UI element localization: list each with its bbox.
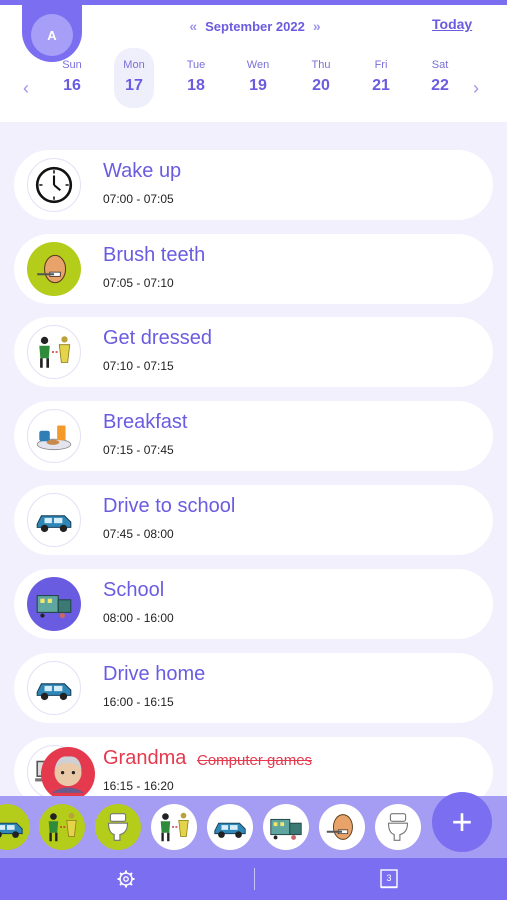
toilet-icon[interactable] [95, 804, 141, 850]
activity-card[interactable]: Breakfast 07:15 - 07:45 [14, 401, 493, 471]
activity-time: 07:05 - 07:10 [103, 276, 174, 290]
day-name: Sat [431, 59, 449, 71]
activity-card[interactable]: School 08:00 - 16:00 [14, 569, 493, 639]
day-number: 20 [312, 77, 330, 94]
day-tue[interactable]: Tue 18 [176, 48, 216, 108]
today-link[interactable]: Today [432, 16, 472, 32]
activity-time: 16:15 - 16:20 [103, 779, 174, 793]
school-icon [27, 577, 81, 631]
breakfast-icon [27, 409, 81, 463]
school-icon[interactable] [263, 804, 309, 850]
nav-divider [254, 868, 255, 890]
activity-time: 08:00 - 16:00 [103, 611, 174, 625]
car-icon[interactable] [207, 804, 253, 850]
next-week-icon[interactable]: › [473, 78, 479, 99]
brush-teeth-icon[interactable] [319, 804, 365, 850]
activity-time: 07:15 - 07:45 [103, 443, 174, 457]
activity-title: Wake up [103, 160, 182, 182]
activity-title: Grandma [103, 747, 187, 769]
day-fri[interactable]: Fri 21 [361, 48, 401, 108]
day-name: Mon [123, 59, 145, 71]
activity-time: 07:00 - 07:05 [103, 192, 174, 206]
activity-title: Get dressed [103, 327, 212, 349]
activity-title: Drive home [103, 663, 206, 685]
clock-icon [27, 158, 81, 212]
day-sat[interactable]: Sat 22 [420, 48, 460, 108]
activity-title: Brush teeth [103, 244, 206, 266]
month-navigator: « September 2022 » [180, 16, 330, 36]
day-name: Thu [311, 59, 331, 71]
day-number: 17 [125, 77, 143, 94]
get-dressed-icon[interactable] [151, 804, 197, 850]
activity-time: 07:10 - 07:15 [103, 359, 174, 373]
replaced-activity: Computer games [197, 752, 313, 769]
activity-card[interactable]: Drive to school 07:45 - 08:00 [14, 485, 493, 555]
get-dressed-icon [27, 325, 81, 379]
prev-month-icon[interactable]: « [189, 18, 197, 34]
activity-card[interactable]: Get dressed 07:10 - 07:15 [14, 317, 493, 387]
day-thu[interactable]: Thu 20 [301, 48, 341, 108]
day-name: Tue [186, 59, 206, 71]
activity-title: Breakfast [103, 411, 188, 433]
activity-title: School [103, 579, 165, 601]
day-number: 22 [431, 77, 449, 94]
week-strip: Sun 16 Mon 17 Tue 18 Wen 19 Thu 20 Fri 21 Sat 2… [42, 48, 472, 110]
grandma-icon [41, 747, 95, 801]
day-name: Sun [62, 59, 82, 71]
activity-card[interactable]: Wake up 07:00 - 07:05 [14, 150, 493, 220]
activity-time: 16:00 - 16:15 [103, 695, 174, 709]
brush-teeth-icon [27, 242, 81, 296]
day-mon-selected[interactable]: Mon 17 [114, 48, 154, 108]
car-icon [27, 661, 81, 715]
day-wed[interactable]: Wen 19 [238, 48, 278, 108]
activity-time: 07:45 - 08:00 [103, 527, 174, 541]
activity-card[interactable]: Drive home 16:00 - 16:15 [14, 653, 493, 723]
get-dressed-icon[interactable] [39, 804, 85, 850]
add-activity-button[interactable]: + [432, 792, 492, 852]
day-number: 19 [249, 77, 267, 94]
month-label: September 2022 [205, 18, 305, 34]
calendar-number: 3 [386, 873, 392, 883]
prev-week-icon[interactable]: ‹ [23, 78, 29, 99]
activity-card[interactable]: Brush teeth 07:05 - 07:10 [14, 234, 493, 304]
car-icon [27, 493, 81, 547]
day-sun[interactable]: Sun 16 [52, 48, 92, 108]
day-number: 16 [63, 77, 81, 94]
activity-title: Drive to school [103, 495, 236, 517]
day-name: Wen [246, 59, 270, 71]
next-month-icon[interactable]: » [313, 18, 321, 34]
day-name: Fri [374, 59, 388, 71]
day-number: 18 [187, 77, 205, 94]
gear-icon[interactable] [116, 869, 136, 889]
toilet-icon[interactable] [375, 804, 421, 850]
day-number: 21 [372, 77, 390, 94]
